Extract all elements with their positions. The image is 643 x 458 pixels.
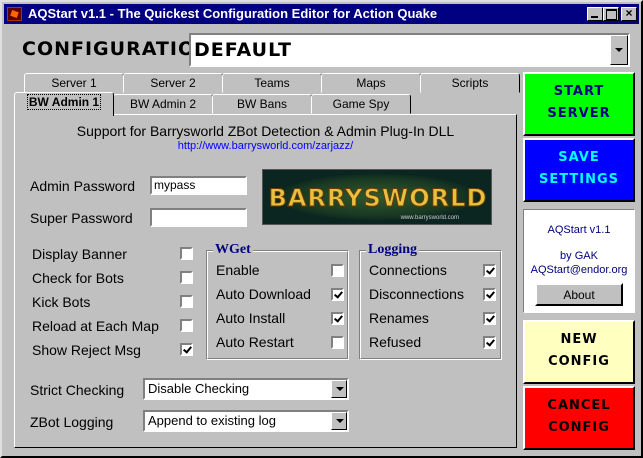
disconnections-checkbox[interactable] bbox=[483, 288, 496, 301]
tab-game-spy[interactable]: Game Spy bbox=[311, 94, 411, 114]
zbot-logging-select[interactable]: Append to existing log bbox=[143, 410, 349, 432]
tab-teams[interactable]: Teams bbox=[222, 73, 322, 93]
tab-server-1[interactable]: Server 1 bbox=[24, 73, 124, 93]
about-button[interactable]: About bbox=[535, 283, 623, 306]
tab-maps[interactable]: Maps bbox=[321, 73, 421, 93]
wget-enable-checkbox[interactable] bbox=[331, 264, 344, 277]
auto-install-label: Auto Install bbox=[216, 310, 286, 326]
super-password-input[interactable] bbox=[150, 208, 247, 227]
new-config-line2: CONFIG bbox=[548, 354, 610, 369]
check-for-bots-label: Check for Bots bbox=[32, 270, 124, 286]
save-settings-button[interactable]: SAVE SETTINGS bbox=[523, 138, 635, 202]
window-title: AQStart v1.1 - The Quickest Configuratio… bbox=[28, 6, 438, 21]
strict-checking-label: Strict Checking bbox=[30, 382, 125, 398]
app-version-text: AQStart v1.1 bbox=[547, 224, 611, 236]
app-window: AQStart v1.1 - The Quickest Configuratio… bbox=[0, 0, 643, 458]
tab-server-2[interactable]: Server 2 bbox=[123, 73, 223, 93]
author-email-text: AQStart@endor.org bbox=[530, 264, 628, 276]
about-info-box: AQStart v1.1 by GAK AQStart@endor.org Ab… bbox=[523, 209, 635, 313]
panel-title: Support for Barrysworld ZBot Detection &… bbox=[76, 123, 455, 139]
display-banner-checkbox[interactable] bbox=[180, 247, 193, 260]
new-config-line1: NEW bbox=[560, 332, 598, 347]
wget-group-title: WGet bbox=[213, 242, 253, 258]
check-for-bots-checkbox[interactable] bbox=[180, 271, 193, 284]
strict-checking-value: Disable Checking bbox=[148, 381, 250, 396]
bw-admin-1-panel: Support for Barrysworld ZBot Detection &… bbox=[14, 114, 517, 448]
start-server-line2: SERVER bbox=[547, 106, 611, 121]
renames-label: Renames bbox=[369, 310, 429, 326]
cancel-config-line1: CANCEL bbox=[547, 398, 611, 413]
tab-bw-admin-2[interactable]: BW Admin 2 bbox=[113, 94, 213, 114]
auto-download-label: Auto Download bbox=[216, 286, 311, 302]
logging-group: Logging Connections Disconnections Renam… bbox=[359, 242, 502, 360]
barrysworld-banner: BARRYSWORLD www.barrysworld.com bbox=[262, 169, 492, 225]
reload-at-each-map-checkbox[interactable] bbox=[180, 319, 193, 332]
tab-bw-bans[interactable]: BW Bans bbox=[212, 94, 312, 114]
new-config-button[interactable]: NEW CONFIG bbox=[523, 320, 635, 384]
start-server-button[interactable]: START SERVER bbox=[523, 72, 635, 136]
banner-url-text: www.barrysworld.com bbox=[400, 215, 459, 221]
connections-label: Connections bbox=[369, 262, 447, 278]
close-button[interactable]: × bbox=[621, 7, 637, 21]
tab-bw-admin-1[interactable]: BW Admin 1 bbox=[14, 92, 114, 116]
minimize-button[interactable] bbox=[587, 7, 603, 21]
auto-restart-checkbox[interactable] bbox=[331, 336, 344, 349]
title-bar[interactable]: AQStart v1.1 - The Quickest Configuratio… bbox=[4, 4, 639, 24]
maximize-button[interactable] bbox=[603, 7, 619, 21]
kick-bots-label: Kick Bots bbox=[32, 294, 91, 310]
app-icon bbox=[7, 7, 22, 21]
renames-checkbox[interactable] bbox=[483, 312, 496, 325]
save-settings-line1: SAVE bbox=[558, 150, 600, 165]
configuration-select[interactable]: DEFAULT bbox=[189, 33, 630, 67]
author-text: by GAK bbox=[560, 250, 598, 262]
banner-logo-text: BARRYSWORLD bbox=[268, 184, 488, 213]
refused-checkbox[interactable] bbox=[483, 336, 496, 349]
configuration-label: CONFIGURATION bbox=[22, 38, 213, 60]
show-reject-msg-checkbox[interactable] bbox=[180, 343, 193, 356]
zbot-logging-label: ZBot Logging bbox=[30, 414, 114, 430]
barrysworld-link[interactable]: http://www.barrysworld.com/zarjazz/ bbox=[15, 140, 516, 152]
admin-password-input[interactable]: mypass bbox=[150, 176, 247, 195]
start-server-line1: START bbox=[553, 84, 605, 99]
refused-label: Refused bbox=[369, 334, 422, 350]
wget-enable-label: Enable bbox=[216, 262, 260, 278]
strict-checking-select[interactable]: Disable Checking bbox=[143, 378, 349, 400]
cancel-config-button[interactable]: CANCEL CONFIG bbox=[523, 386, 635, 450]
tab-bw-admin-1-label: BW Admin 1 bbox=[26, 94, 102, 110]
admin-password-label: Admin Password bbox=[30, 178, 136, 194]
auto-download-checkbox[interactable] bbox=[331, 288, 344, 301]
configuration-value: DEFAULT bbox=[194, 39, 293, 61]
tab-scripts[interactable]: Scripts bbox=[420, 73, 520, 93]
super-password-label: Super Password bbox=[30, 210, 133, 226]
chevron-down-icon[interactable] bbox=[331, 380, 347, 398]
logging-group-title: Logging bbox=[366, 242, 420, 258]
display-banner-label: Display Banner bbox=[32, 246, 127, 262]
auto-restart-label: Auto Restart bbox=[216, 334, 294, 350]
kick-bots-checkbox[interactable] bbox=[180, 295, 193, 308]
reload-at-each-map-label: Reload at Each Map bbox=[32, 318, 159, 334]
zbot-logging-value: Append to existing log bbox=[148, 413, 276, 428]
save-settings-line2: SETTINGS bbox=[538, 172, 620, 187]
connections-checkbox[interactable] bbox=[483, 264, 496, 277]
show-reject-msg-label: Show Reject Msg bbox=[32, 342, 141, 358]
chevron-down-icon[interactable] bbox=[610, 35, 628, 65]
wget-group: WGet Enable Auto Download Auto Install A… bbox=[206, 242, 349, 360]
disconnections-label: Disconnections bbox=[369, 286, 464, 302]
auto-install-checkbox[interactable] bbox=[331, 312, 344, 325]
cancel-config-line2: CONFIG bbox=[548, 420, 610, 435]
chevron-down-icon[interactable] bbox=[331, 412, 347, 430]
